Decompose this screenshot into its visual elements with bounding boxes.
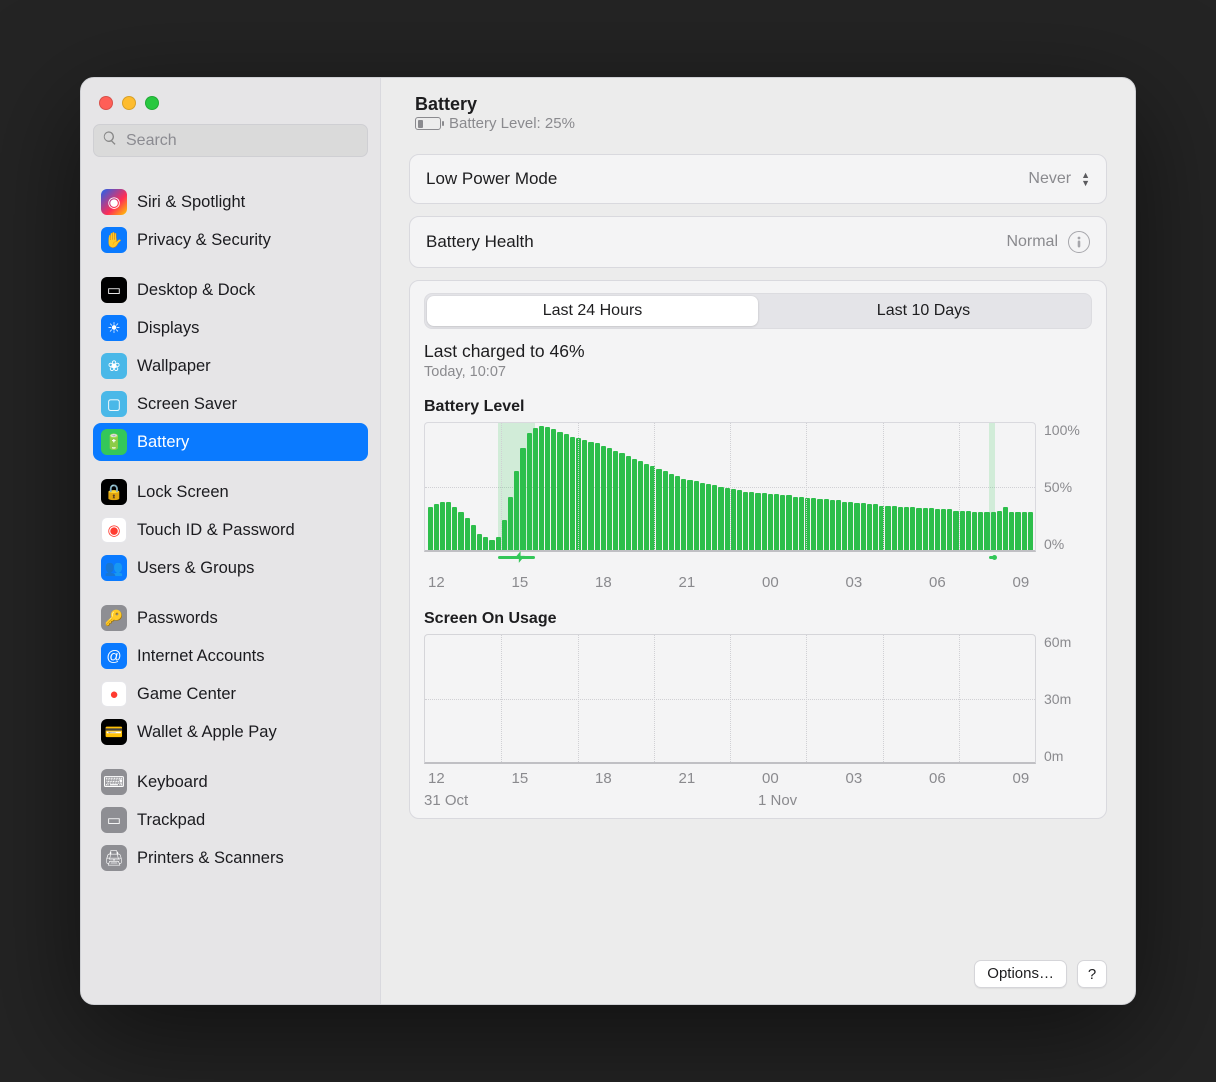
- battery-level-chart-title: Battery Level: [424, 398, 1092, 416]
- screensaver-icon: ▢: [101, 391, 127, 417]
- screen-on-xaxis: 121518210003060931 Oct1 Nov: [424, 770, 1092, 810]
- gamecenter-icon: ●: [101, 681, 127, 707]
- sidebar-item-wallet-apple-pay[interactable]: 💳 Wallet & Apple Pay: [93, 713, 368, 751]
- printer-icon: 🖨: [101, 845, 127, 871]
- battery-icon: [415, 117, 441, 130]
- key-icon: 🔑: [101, 605, 127, 631]
- tab-last-10d[interactable]: Last 10 Days: [758, 296, 1089, 326]
- search-icon: [102, 130, 118, 151]
- battery-level-yaxis: 100%50%0%: [1036, 422, 1092, 552]
- close-button[interactable]: [99, 96, 113, 110]
- sidebar-item-privacy-security[interactable]: ✋ Privacy & Security: [93, 221, 368, 259]
- info-icon[interactable]: [1068, 231, 1090, 253]
- sidebar-item-label: Touch ID & Password: [137, 521, 295, 540]
- options-button[interactable]: Options…: [974, 960, 1067, 988]
- battery-level-chart: [424, 422, 1036, 552]
- sidebar-item-battery[interactable]: 🔋 Battery: [93, 423, 368, 461]
- settings-window: ◉ Siri & Spotlight ✋ Privacy & Security ▭ Des…: [80, 77, 1136, 1005]
- sidebar-item-trackpad[interactable]: ▭ Trackpad: [93, 801, 368, 839]
- sidebar-item-label: Trackpad: [137, 811, 205, 830]
- screen-on-chart: [424, 634, 1036, 764]
- users-icon: 👥: [101, 555, 127, 581]
- sidebar-item-label: Users & Groups: [137, 559, 254, 578]
- siri-icon: ◉: [101, 189, 127, 215]
- low-power-value: Never: [1028, 170, 1071, 188]
- traffic-lights: [93, 92, 368, 124]
- battery-health-label: Battery Health: [426, 232, 534, 252]
- sidebar-item-wallpaper[interactable]: ❀ Wallpaper: [93, 347, 368, 385]
- sidebar-item-label: Internet Accounts: [137, 647, 265, 666]
- usage-card: Last 24 Hours Last 10 Days Last charged …: [409, 280, 1107, 819]
- search-field[interactable]: [93, 124, 368, 157]
- sidebar-item-keyboard[interactable]: ⌨ Keyboard: [93, 763, 368, 801]
- sidebar-item-label: Wallet & Apple Pay: [137, 723, 277, 742]
- dock-icon: ▭: [101, 277, 127, 303]
- help-button[interactable]: ?: [1077, 960, 1107, 988]
- sidebar-item-label: Game Center: [137, 685, 236, 704]
- bolt-icon: [513, 550, 527, 564]
- low-power-label: Low Power Mode: [426, 169, 557, 189]
- battery-health-value: Normal: [1006, 233, 1058, 251]
- low-power-value-control[interactable]: Never ▲▼: [1028, 170, 1090, 188]
- battery-icon: 🔋: [101, 429, 127, 455]
- sidebar-item-displays[interactable]: ☀ Displays: [93, 309, 368, 347]
- low-power-card: Low Power Mode Never ▲▼: [409, 154, 1107, 204]
- sidebar-item-touch-id-password[interactable]: ◉ Touch ID & Password: [93, 511, 368, 549]
- minimize-button[interactable]: [122, 96, 136, 110]
- sidebar-item-desktop-dock[interactable]: ▭ Desktop & Dock: [93, 271, 368, 309]
- range-segmented-control: Last 24 Hours Last 10 Days: [424, 293, 1092, 329]
- sidebar-item-label: Siri & Spotlight: [137, 193, 245, 212]
- wallet-icon: 💳: [101, 719, 127, 745]
- at-icon: @: [101, 643, 127, 669]
- sidebar-item-label: Displays: [137, 319, 199, 338]
- lock-icon: 🔒: [101, 479, 127, 505]
- keyboard-icon: ⌨: [101, 769, 127, 795]
- chevron-updown-icon: ▲▼: [1081, 172, 1090, 187]
- flower-icon: ❀: [101, 353, 127, 379]
- last-charge-sub: Today, 10:07: [424, 364, 1092, 380]
- sidebar-item-label: Printers & Scanners: [137, 849, 284, 868]
- sidebar-item-passwords[interactable]: 🔑 Passwords: [93, 599, 368, 637]
- trackpad-icon: ▭: [101, 807, 127, 833]
- sidebar: ◉ Siri & Spotlight ✋ Privacy & Security ▭ Des…: [81, 78, 381, 1004]
- fingerprint-icon: ◉: [101, 517, 127, 543]
- last-charge-line: Last charged to 46%: [424, 341, 1092, 362]
- sidebar-item-label: Wallpaper: [137, 357, 211, 376]
- sidebar-item-internet-accounts[interactable]: @ Internet Accounts: [93, 637, 368, 675]
- sidebar-item-label: Privacy & Security: [137, 231, 271, 250]
- sidebar-item-game-center[interactable]: ● Game Center: [93, 675, 368, 713]
- sidebar-item-label: Lock Screen: [137, 483, 229, 502]
- battery-health-card[interactable]: Battery Health Normal: [409, 216, 1107, 268]
- sidebar-item-label: Battery: [137, 433, 189, 452]
- battery-level-text: Battery Level: 25%: [449, 115, 575, 132]
- zoom-button[interactable]: [145, 96, 159, 110]
- sidebar-item-screen-saver[interactable]: ▢ Screen Saver: [93, 385, 368, 423]
- screen-on-chart-title: Screen On Usage: [424, 610, 1092, 628]
- sun-icon: ☀: [101, 315, 127, 341]
- battery-level-xaxis: 1215182100030609: [424, 574, 1092, 596]
- sidebar-item-siri-spotlight[interactable]: ◉ Siri & Spotlight: [93, 183, 368, 221]
- page-title: Battery: [415, 94, 1107, 115]
- main-content: Battery Battery Level: 25% Low Power Mod…: [381, 78, 1135, 1004]
- sidebar-item-label: Passwords: [137, 609, 218, 628]
- sidebar-item-label: Screen Saver: [137, 395, 237, 414]
- sidebar-item-label: Keyboard: [137, 773, 208, 792]
- sidebar-item-printers-scanners[interactable]: 🖨 Printers & Scanners: [93, 839, 368, 877]
- sidebar-item-users-groups[interactable]: 👥 Users & Groups: [93, 549, 368, 587]
- battery-status-line: Battery Level: 25%: [415, 115, 1107, 132]
- sidebar-item-label: Desktop & Dock: [137, 281, 255, 300]
- sidebar-item-lock-screen[interactable]: 🔒 Lock Screen: [93, 473, 368, 511]
- screen-on-yaxis: 60m30m0m: [1036, 634, 1092, 764]
- hand-icon: ✋: [101, 227, 127, 253]
- search-input[interactable]: [124, 131, 359, 151]
- tab-last-24h[interactable]: Last 24 Hours: [427, 296, 758, 326]
